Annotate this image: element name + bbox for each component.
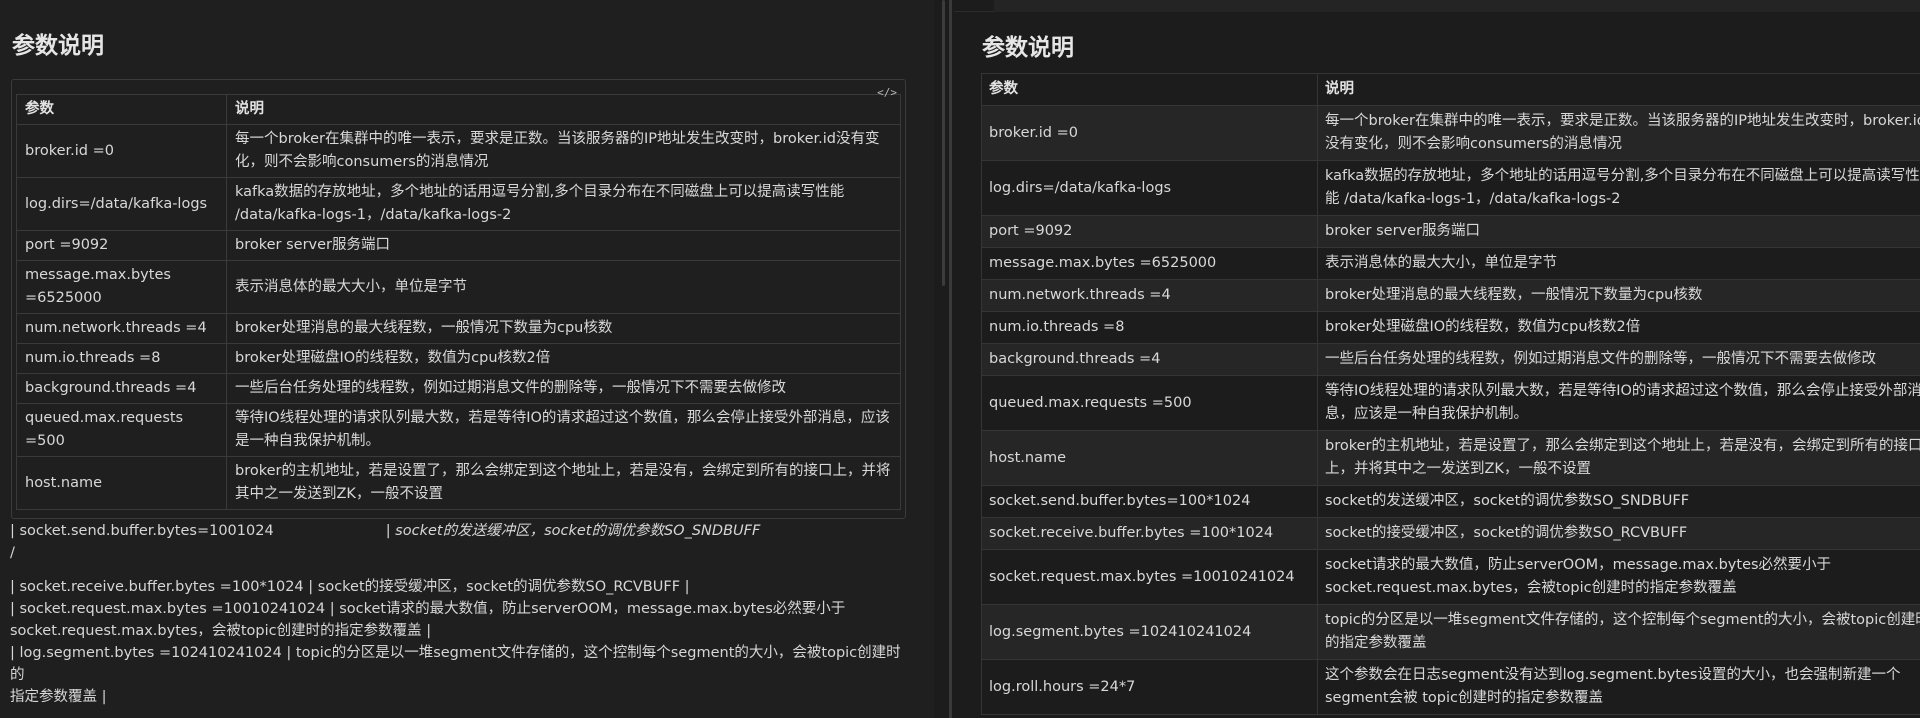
table-row: log.dirs=/data/kafka-logs kafka数据的存放地址，多… [981, 160, 1920, 216]
table-row: message.max.bytes =6525000 表示消息体的最大大小，单位… [981, 247, 1920, 280]
param-cell[interactable]: broker.id =0 [16, 124, 227, 178]
param-cell[interactable]: queued.max.requests =500 [16, 403, 227, 457]
table-row: log.segment.bytes =102410241024 topic的分区… [981, 604, 1920, 660]
section-heading: 参数说明 [12, 33, 104, 59]
param-cell: socket.request.max.bytes =10010241024 [981, 549, 1318, 605]
table-row: background.threads =4 一些后台任务处理的线程数，例如过期消… [16, 373, 901, 404]
table-row: socket.request.max.bytes =10010241024 so… [981, 549, 1920, 605]
table-row: num.io.threads =8 broker处理磁盘IO的线程数，数值为cp… [16, 343, 901, 374]
desc-cell[interactable]: broker处理消息的最大线程数，一般情况下数量为cpu核数 [226, 313, 901, 344]
raw-line: | socket.receive.buffer.bytes =100*1024 … [10, 579, 690, 595]
param-cell[interactable]: num.io.threads =8 [16, 343, 227, 374]
table-row: message.max.bytes =6525000 表示消息体的最大大小，单位… [16, 260, 901, 314]
param-cell[interactable]: log.dirs=/data/kafka-logs [16, 177, 227, 231]
table-row: host.name broker的主机地址，若是设置了，那么会绑定到这个地址上，… [981, 430, 1920, 486]
desc-cell: socket请求的最大数值，防止serverOOM，message.max.by… [1317, 549, 1920, 605]
desc-cell[interactable]: 表示消息体的最大大小，单位是字节 [226, 260, 901, 314]
preview-pane[interactable]: 参数说明 参数 说明 broker.id =0 每一个broker在集群中的唯一… [954, 0, 1920, 718]
param-cell: log.dirs=/data/kafka-logs [981, 160, 1318, 216]
parameter-table: 参数 说明 broker.id =0 每一个broker在集群中的唯一表示，要求… [16, 94, 901, 510]
table-row: broker.id =0 每一个broker在集群中的唯一表示，要求是正数。当该… [16, 124, 901, 178]
table-row: num.network.threads =4 broker处理消息的最大线程数，… [16, 313, 901, 344]
table-row: queued.max.requests =500 等待IO线程处理的请求队列最大… [981, 375, 1920, 431]
desc-cell[interactable]: kafka数据的存放地址，多个地址的话用逗号分割,多个目录分布在不同磁盘上可以提… [226, 177, 901, 231]
param-cell: broker.id =0 [981, 105, 1318, 161]
param-cell[interactable]: message.max.bytes =6525000 [16, 260, 227, 314]
param-cell: queued.max.requests =500 [981, 375, 1318, 431]
desc-cell[interactable]: broker的主机地址，若是设置了，那么会绑定到这个地址上，若是没有，会绑定到所… [226, 456, 901, 510]
table-row: host.name broker的主机地址，若是设置了，那么会绑定到这个地址上，… [16, 456, 901, 510]
desc-cell[interactable]: 等待IO线程处理的请求队列最大数，若是等待IO的请求超过这个数值，那么会停止接受… [226, 403, 901, 457]
table-row: num.network.threads =4 broker处理消息的最大线程数，… [981, 279, 1920, 312]
parameter-table-block[interactable]: </> 参数 说明 broker.id =0 每一个broker在集群中的唯一表… [11, 79, 906, 519]
desc-cell[interactable]: broker server服务端口 [226, 230, 901, 261]
column-header-desc: 说明 [1317, 73, 1920, 106]
param-cell: log.roll.hours =24*7 [981, 659, 1318, 715]
desc-cell: broker server服务端口 [1317, 215, 1920, 248]
raw-text-fragment: | socket.send.buffer.bytes=1001024 [10, 523, 274, 539]
param-cell: socket.send.buffer.bytes=100*1024 [981, 485, 1318, 518]
preview-table-block: 参数 说明 broker.id =0 每一个broker在集群中的唯一表示，要求… [981, 73, 1920, 715]
column-header-param: 参数 [981, 73, 1318, 106]
scrollbar-thumb[interactable] [942, 0, 945, 286]
param-cell[interactable]: num.network.threads =4 [16, 313, 227, 344]
raw-line: | socket.request.max.bytes =10010241024 … [10, 601, 846, 617]
column-header-param[interactable]: 参数 [16, 94, 227, 125]
desc-cell: 等待IO线程处理的请求队列最大数，若是等待IO的请求超过这个数值，那么会停止接受… [1317, 375, 1920, 431]
desc-cell: broker处理磁盘IO的线程数，数值为cpu核数2倍 [1317, 311, 1920, 344]
table-row: num.io.threads =8 broker处理磁盘IO的线程数，数值为cp… [981, 311, 1920, 344]
pane-splitter[interactable] [934, 0, 954, 718]
table-row: queued.max.requests =500 等待IO线程处理的请求队列最大… [16, 403, 901, 457]
raw-line: / [10, 545, 15, 561]
markdown-editor-window: 参数说明 </> 参数 说明 broker.id =0 每一个broker在集群… [0, 0, 1920, 718]
column-header-desc[interactable]: 说明 [226, 94, 901, 125]
section-heading: 参数说明 [982, 35, 1074, 61]
italic-fragment: | socket的发送缓冲区，socket的调优参数SO_SNDBUFF [385, 523, 761, 539]
desc-cell[interactable]: 每一个broker在集群中的唯一表示，要求是正数。当该服务器的IP地址发生改变时… [226, 124, 901, 178]
desc-cell: 一些后台任务处理的线程数，例如过期消息文件的删除等，一般情况下不需要去做修改 [1317, 343, 1920, 376]
desc-cell: socket的发送缓冲区，socket的调优参数SO_SNDBUFF [1317, 485, 1920, 518]
desc-cell: socket的接受缓冲区，socket的调优参数SO_RCVBUFF [1317, 517, 1920, 550]
param-cell[interactable]: background.threads =4 [16, 373, 227, 404]
desc-cell: 这个参数会在日志segment没有达到log.segment.bytes设置的大… [1317, 659, 1920, 715]
param-cell: socket.receive.buffer.bytes =100*1024 [981, 517, 1318, 550]
preview-top-bar [954, 0, 1920, 12]
desc-cell: 每一个broker在集群中的唯一表示，要求是正数。当该服务器的IP地址发生改变时… [1317, 105, 1920, 161]
editor-pane[interactable]: 参数说明 </> 参数 说明 broker.id =0 每一个broker在集群… [0, 0, 942, 718]
table-header-row: 参数 说明 [16, 94, 901, 125]
desc-cell: broker的主机地址，若是设置了，那么会绑定到这个地址上，若是没有，会绑定到所… [1317, 430, 1920, 486]
param-cell: num.network.threads =4 [981, 279, 1318, 312]
raw-markdown-text[interactable]: | socket.send.buffer.bytes=1001024 | sock… [10, 520, 910, 708]
table-row: port =9092 broker server服务端口 [16, 230, 901, 261]
param-cell: log.segment.bytes =102410241024 [981, 604, 1318, 660]
raw-line: | socket.send.buffer.bytes=1001024 | sock… [10, 520, 910, 542]
raw-line: | log.segment.bytes =102410241024 | topi… [10, 645, 901, 683]
desc-cell[interactable]: broker处理磁盘IO的线程数，数值为cpu核数2倍 [226, 343, 901, 374]
table-row: socket.receive.buffer.bytes =100*1024 so… [981, 517, 1920, 550]
table-row: log.roll.hours =24*7 这个参数会在日志segment没有达到… [981, 659, 1920, 715]
raw-line: socket.request.max.bytes，会被topic创建时的指定参数… [10, 623, 432, 639]
param-cell: background.threads =4 [981, 343, 1318, 376]
desc-cell: kafka数据的存放地址，多个地址的话用逗号分割,多个目录分布在不同磁盘上可以提… [1317, 160, 1920, 216]
param-cell: host.name [981, 430, 1318, 486]
table-row: background.threads =4 一些后台任务处理的线程数，例如过期消… [981, 343, 1920, 376]
parameter-table: 参数 说明 broker.id =0 每一个broker在集群中的唯一表示，要求… [981, 73, 1920, 715]
param-cell: port =9092 [981, 215, 1318, 248]
desc-cell: 表示消息体的最大大小，单位是字节 [1317, 247, 1920, 280]
desc-cell: broker处理消息的最大线程数，一般情况下数量为cpu核数 [1317, 279, 1920, 312]
table-header-row: 参数 说明 [981, 73, 1920, 106]
code-view-icon[interactable]: </> [877, 86, 897, 99]
param-cell[interactable]: host.name [16, 456, 227, 510]
raw-line: 指定参数覆盖 | [10, 689, 107, 705]
param-cell: message.max.bytes =6525000 [981, 247, 1318, 280]
desc-cell: topic的分区是以一堆segment文件存储的，这个控制每个segment的大… [1317, 604, 1920, 660]
param-cell[interactable]: port =9092 [16, 230, 227, 261]
table-row: log.dirs=/data/kafka-logs kafka数据的存放地址，多… [16, 177, 901, 231]
divider [949, 0, 952, 718]
table-row: broker.id =0 每一个broker在集群中的唯一表示，要求是正数。当该… [981, 105, 1920, 161]
table-row: socket.send.buffer.bytes=100*1024 socket… [981, 485, 1920, 518]
desc-cell[interactable]: 一些后台任务处理的线程数，例如过期消息文件的删除等，一般情况下不需要去做修改 [226, 373, 901, 404]
param-cell: num.io.threads =8 [981, 311, 1318, 344]
table-row: port =9092 broker server服务端口 [981, 215, 1920, 248]
